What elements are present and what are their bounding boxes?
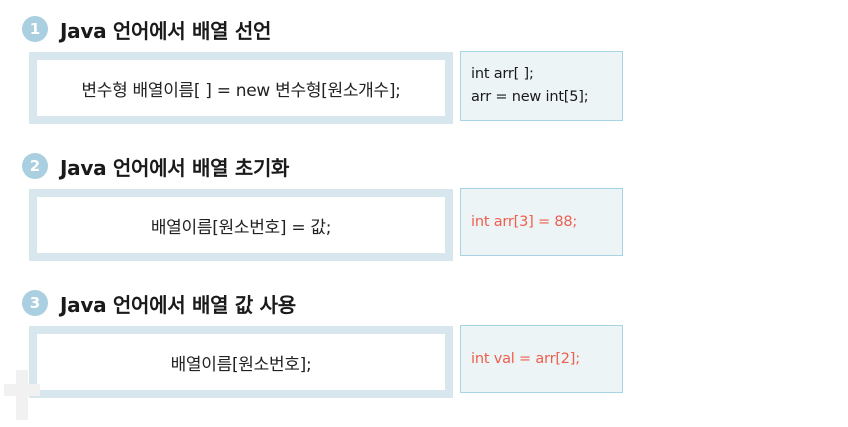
section-title: Java 언어에서 배열 값 사용	[60, 292, 296, 317]
section-heading: 2 Java 언어에서 배열 초기화	[22, 151, 289, 181]
example-code-box: int arr[3] = 88;	[460, 188, 623, 256]
step-number-badge: 1	[22, 16, 48, 42]
section-heading: 1 Java 언어에서 배열 선언	[22, 14, 271, 44]
syntax-box: 변수형 배열이름[ ] = new 변수형[원소개수];	[29, 52, 453, 124]
step-number-badge: 2	[22, 153, 48, 179]
code-line: arr = new int[5];	[471, 89, 589, 105]
syntax-text: 배열이름[원소번호] = 값;	[150, 217, 332, 238]
code-line: int arr[ ];	[471, 66, 534, 82]
code-line: int val = arr[2];	[471, 350, 580, 367]
syntax-box: 배열이름[원소번호];	[29, 326, 453, 398]
section-title: Java 언어에서 배열 초기화	[60, 155, 290, 180]
syntax-text: 변수형 배열이름[ ] = new 변수형[원소개수];	[81, 80, 401, 101]
step-number-badge: 3	[22, 290, 48, 316]
code-line: int arr[3] = 88;	[471, 213, 578, 230]
section-heading: 3 Java 언어에서 배열 값 사용	[22, 288, 296, 318]
example-code-box: int arr[ ]; arr = new int[5];	[460, 51, 623, 121]
example-code-box: int val = arr[2];	[460, 325, 623, 393]
section-title: Java 언어에서 배열 선언	[60, 18, 272, 43]
decorative-plus-icon	[4, 362, 40, 422]
syntax-box: 배열이름[원소번호] = 값;	[29, 189, 453, 261]
syntax-text: 배열이름[원소번호];	[170, 354, 312, 375]
